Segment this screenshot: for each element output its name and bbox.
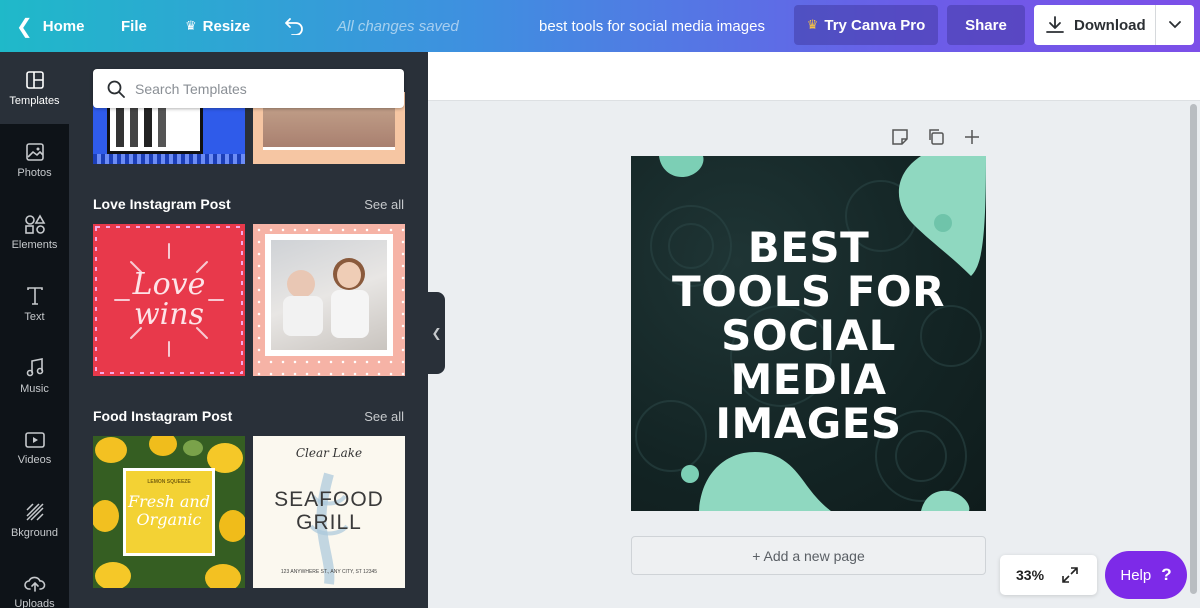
wins-text: wins [134, 297, 204, 332]
rail-item-music[interactable]: Music [0, 340, 69, 412]
seafood-address: 123 ANYWHERE ST., ANY CITY, ST 12345 [280, 569, 378, 575]
rail-label: Text [24, 310, 45, 323]
design-canvas[interactable]: BEST TOOLS FOR SOCIAL MEDIA IMAGES [631, 156, 986, 511]
photo-frame [265, 234, 393, 356]
share-label: Share [965, 16, 1007, 34]
rail-item-uploads[interactable]: Uploads [0, 556, 69, 608]
lemon-line-1: Fresh and [128, 492, 210, 511]
pro-label: Try Canva Pro [824, 16, 926, 34]
save-status: All changes saved [337, 17, 459, 35]
chevron-down-icon [1169, 21, 1181, 29]
elements-icon [24, 213, 45, 234]
search-input[interactable] [135, 80, 385, 97]
zoom-level: 33% [1016, 567, 1045, 583]
text-icon [26, 286, 43, 305]
rail-label: Elements [11, 238, 58, 251]
headline-line: BEST [747, 223, 870, 272]
undo-icon [285, 18, 303, 35]
template-thumbnail[interactable]: Clear Lake SEAFOOD GRILL 123 ANYWHERE ST… [253, 436, 405, 588]
download-options-button[interactable] [1156, 5, 1194, 45]
zoom-control[interactable]: 33% [1000, 555, 1097, 595]
rail-item-videos[interactable]: Videos [0, 412, 69, 484]
headline-line: MEDIA [730, 355, 887, 404]
search-icon [107, 80, 125, 98]
rail-label: Photos [17, 166, 52, 179]
download-button-group: Download [1034, 5, 1194, 45]
help-button[interactable]: Help ? [1105, 551, 1187, 599]
lemon-label-card: LEMON SQUEEZE Fresh and Organic [123, 468, 215, 556]
photos-icon [25, 142, 44, 161]
note-icon [892, 129, 908, 145]
headline-line: TOOLS FOR [672, 267, 945, 316]
search-box[interactable] [93, 69, 404, 108]
rail-label: Music [20, 382, 49, 395]
crown-icon: ♛ [806, 17, 819, 32]
rail-label: Uploads [14, 597, 55, 608]
resize-button[interactable]: ♛ Resize [185, 0, 250, 52]
file-label: File [121, 17, 147, 35]
try-canva-pro-button[interactable]: ♛ Try Canva Pro [794, 5, 938, 45]
music-icon [26, 357, 43, 376]
headline-line: SOCIAL [721, 311, 896, 360]
rail-item-photos[interactable]: Photos [0, 124, 69, 196]
rail-label: Videos [17, 453, 52, 466]
page-tools [890, 127, 982, 147]
expand-icon[interactable] [1062, 567, 1078, 583]
document-title[interactable]: best tools for social media images [539, 0, 765, 52]
videos-icon [24, 431, 45, 448]
crown-icon: ♛ [185, 18, 197, 33]
seafood-title-2: GRILL [296, 511, 362, 534]
add-page-icon-button[interactable] [962, 127, 982, 147]
resize-label: Resize [202, 17, 251, 35]
templates-panel: Love Instagram Post See all Love wins [69, 52, 428, 608]
rail-label: Bkground [10, 526, 59, 539]
see-all-love-link[interactable]: See all [364, 197, 404, 212]
template-thumbnail[interactable]: Love wins [93, 224, 245, 376]
rail-label: Templates [9, 94, 60, 107]
chevron-left-icon: ❮ [16, 15, 33, 38]
section-title-love: Love Instagram Post [93, 196, 231, 212]
lemon-line-2: Organic [136, 510, 202, 529]
section-title-food: Food Instagram Post [93, 408, 233, 424]
download-icon [1046, 16, 1064, 33]
duplicate-page-button[interactable] [926, 127, 946, 147]
download-button[interactable]: Download [1034, 5, 1156, 45]
file-menu-button[interactable]: File [121, 0, 147, 52]
help-label: Help [1120, 566, 1152, 584]
add-new-page-button[interactable]: + Add a new page [631, 536, 986, 575]
share-button[interactable]: Share [947, 5, 1025, 45]
duplicate-icon [929, 129, 944, 145]
plus-icon [965, 130, 979, 144]
lemon-brand: LEMON SQUEEZE [147, 479, 191, 485]
vertical-scrollbar[interactable] [1190, 104, 1197, 594]
chevron-left-icon: ❮ [431, 326, 442, 340]
headline-line: IMAGES [715, 399, 902, 448]
undo-button[interactable] [284, 0, 304, 52]
home-label: Home [42, 17, 85, 35]
template-thumbnail[interactable] [253, 224, 405, 376]
rail-item-background[interactable]: Bkground [0, 484, 69, 556]
rail-item-elements[interactable]: Elements [0, 196, 69, 268]
canvas-toolbar [428, 52, 1200, 101]
question-icon: ? [1161, 565, 1172, 584]
add-note-button[interactable] [890, 127, 910, 147]
template-thumbnail[interactable]: LEMON SQUEEZE Fresh and Organic [93, 436, 245, 588]
seafood-title-1: SEAFOOD [274, 488, 384, 511]
home-button[interactable]: ❮ Home [16, 0, 84, 52]
rail-item-templates[interactable]: Templates [0, 52, 69, 124]
uploads-icon [23, 576, 45, 592]
top-bar: ❮ Home File ♛ Resize All changes saved b… [0, 0, 1200, 52]
side-rail: Templates Photos Elements Text Music Vid… [0, 52, 69, 608]
collapse-panel-button[interactable]: ❮ [428, 292, 445, 374]
background-icon [25, 502, 44, 521]
templates-icon [25, 70, 44, 89]
rail-item-text[interactable]: Text [0, 268, 69, 340]
see-all-food-link[interactable]: See all [364, 409, 404, 424]
love-text: Love [132, 267, 206, 302]
download-label: Download [1074, 16, 1146, 34]
design-headline[interactable]: BEST TOOLS FOR SOCIAL MEDIA IMAGES [631, 226, 986, 446]
